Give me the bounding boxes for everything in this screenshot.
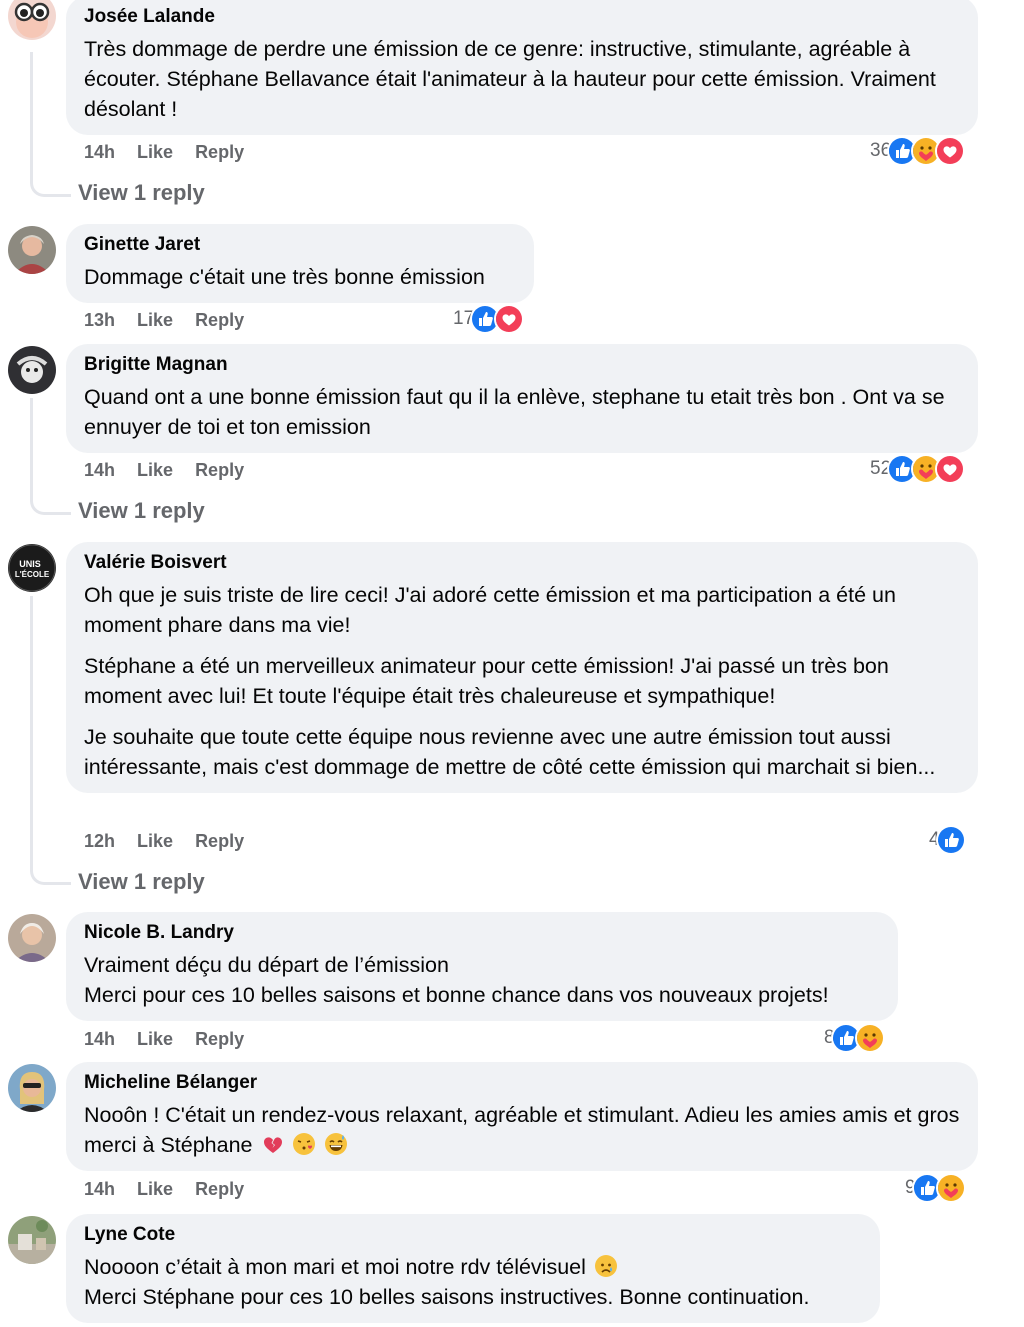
avatar[interactable]: UNIS L'ÉCOLE xyxy=(8,544,56,592)
like-button[interactable]: Like xyxy=(137,310,173,330)
reaction-summary[interactable]: 52 xyxy=(870,454,966,484)
comment-author[interactable]: Micheline Bélanger xyxy=(84,1072,960,1094)
timestamp[interactable]: 12h xyxy=(84,831,115,851)
avatar[interactable] xyxy=(8,1064,56,1112)
comment-text: Très dommage de perdre une émission de c… xyxy=(84,34,960,124)
comment-actions: 12h Like Reply xyxy=(84,830,266,852)
grinning-sweat-emoji xyxy=(325,1133,348,1155)
kissing-face-emoji xyxy=(293,1133,316,1155)
comment-actions: 14h Like Reply xyxy=(84,1028,266,1050)
comment-bubble: Micheline Bélanger Nooôn ! C'était un re… xyxy=(66,1062,978,1171)
reply-button[interactable]: Reply xyxy=(195,1029,244,1049)
care-icon xyxy=(854,1023,885,1053)
comment-bubble: Josée Lalande Très dommage de perdre une… xyxy=(66,0,978,135)
comment-actions: 13h Like Reply xyxy=(84,309,266,331)
comment-text: Noooon c’était à mon mari et moi notre r… xyxy=(84,1252,862,1312)
comment-text-span: Noooon c’était à mon mari et moi notre r… xyxy=(84,1255,586,1279)
comment-bubble: Nicole B. Landry Vraiment déçu du départ… xyxy=(66,912,898,1021)
comment-paragraph: Noooon c’était à mon mari et moi notre r… xyxy=(84,1252,862,1282)
like-button[interactable]: Like xyxy=(137,142,173,162)
like-icon xyxy=(935,825,966,855)
timestamp[interactable]: 14h xyxy=(84,460,115,480)
thread-line xyxy=(30,52,71,197)
comment-author[interactable]: Josée Lalande xyxy=(84,6,960,28)
reply-button[interactable]: Reply xyxy=(195,460,244,480)
reply-button[interactable]: Reply xyxy=(195,1179,244,1199)
comment-actions: 14h Like Reply xyxy=(84,1178,266,1200)
comment-bubble: Valérie Boisvert Oh que je suis triste d… xyxy=(66,542,978,793)
comment-author[interactable]: Brigitte Magnan xyxy=(84,354,960,376)
comment-paragraph: Stéphane a été un merveilleux animateur … xyxy=(84,654,889,708)
thread-line xyxy=(30,596,71,885)
comment-author[interactable]: Ginette Jaret xyxy=(84,234,516,256)
avatar[interactable] xyxy=(8,346,56,394)
reaction-summary[interactable]: 17 xyxy=(453,304,525,334)
reply-button[interactable]: Reply xyxy=(195,831,244,851)
like-button[interactable]: Like xyxy=(137,831,173,851)
reaction-summary[interactable]: 8 xyxy=(824,1023,885,1053)
comment-paragraph: Merci Stéphane pour ces 10 belles saison… xyxy=(84,1285,810,1309)
love-icon xyxy=(494,304,525,334)
like-button[interactable]: Like xyxy=(137,460,173,480)
reply-button[interactable]: Reply xyxy=(195,142,244,162)
avatar-logo-text: L'ÉCOLE xyxy=(15,570,50,579)
like-button[interactable]: Like xyxy=(137,1029,173,1049)
comment-paragraph: Je souhaite que toute cette équipe nous … xyxy=(84,725,936,779)
timestamp[interactable]: 13h xyxy=(84,310,115,330)
thread-line xyxy=(30,398,71,515)
reaction-summary[interactable]: 9 xyxy=(905,1173,966,1203)
comment-text: Quand ont a une bonne émission faut qu i… xyxy=(84,382,960,442)
comment-text: Nooôn ! C'était un rendez-vous relaxant,… xyxy=(84,1100,960,1160)
view-replies-link[interactable]: View 1 reply xyxy=(78,180,205,206)
comment-paragraph: Nooôn ! C'était un rendez-vous relaxant,… xyxy=(84,1100,960,1160)
avatar[interactable] xyxy=(8,914,56,962)
comment-text: Dommage c'était une très bonne émission xyxy=(84,262,516,292)
love-icon xyxy=(935,454,966,484)
comment-paragraph: Merci pour ces 10 belles saisons et bonn… xyxy=(84,983,829,1007)
comment-text-span: Nooôn ! C'était un rendez-vous relaxant,… xyxy=(84,1103,960,1157)
avatar-logo-text: UNIS xyxy=(19,559,41,569)
comment-bubble: Brigitte Magnan Quand ont a une bonne ém… xyxy=(66,344,978,453)
comment-text: Oh que je suis triste de lire ceci! J'ai… xyxy=(84,580,960,782)
comment-paragraph: Dommage c'était une très bonne émission xyxy=(84,265,485,289)
view-replies-link[interactable]: View 1 reply xyxy=(78,498,205,524)
avatar[interactable] xyxy=(8,226,56,274)
comment-author[interactable]: Lyne Cote xyxy=(84,1224,862,1246)
reaction-summary[interactable]: 4 xyxy=(929,825,966,855)
reaction-summary[interactable]: 36 xyxy=(870,136,966,166)
comment-author[interactable]: Valérie Boisvert xyxy=(84,552,960,574)
broken-heart-emoji xyxy=(263,1137,282,1153)
avatar[interactable] xyxy=(8,1216,56,1264)
comment-actions: 14h Like Reply xyxy=(84,141,266,163)
comment-paragraph: Vraiment déçu du départ de l’émission xyxy=(84,953,449,977)
comment-bubble: Ginette Jaret Dommage c'était une très b… xyxy=(66,224,534,303)
love-icon xyxy=(935,136,966,166)
comment-paragraph: Quand ont a une bonne émission faut qu i… xyxy=(84,385,945,439)
comment-bubble: Lyne Cote Noooon c’était à mon mari et m… xyxy=(66,1214,880,1323)
view-replies-link[interactable]: View 1 reply xyxy=(78,869,205,895)
avatar[interactable] xyxy=(8,0,56,40)
comment-actions: 14h Like Reply xyxy=(84,459,266,481)
comment-author[interactable]: Nicole B. Landry xyxy=(84,922,880,944)
reply-button[interactable]: Reply xyxy=(195,310,244,330)
comment-paragraph: Très dommage de perdre une émission de c… xyxy=(84,37,936,121)
timestamp[interactable]: 14h xyxy=(84,142,115,162)
comment-text: Vraiment déçu du départ de l’émission Me… xyxy=(84,950,880,1010)
timestamp[interactable]: 14h xyxy=(84,1179,115,1199)
sad-relieved-face-emoji xyxy=(594,1255,617,1277)
timestamp[interactable]: 14h xyxy=(84,1029,115,1049)
comment-paragraph: Oh que je suis triste de lire ceci! J'ai… xyxy=(84,583,896,637)
care-icon xyxy=(935,1173,966,1203)
like-button[interactable]: Like xyxy=(137,1179,173,1199)
